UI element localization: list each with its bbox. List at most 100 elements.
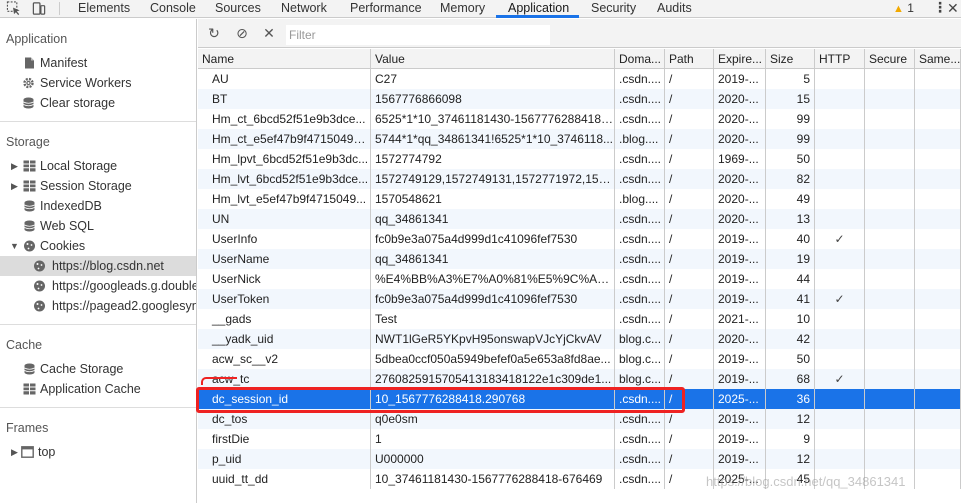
- sidebar-item-session-storage[interactable]: ▶ Session Storage: [0, 176, 196, 196]
- database-icon: [24, 220, 35, 232]
- cell-value: %E4%BB%A3%E7%A0%81%E5%9C%A8%E...: [371, 269, 615, 289]
- sidebar-item-manifest[interactable]: Manifest: [0, 53, 196, 73]
- sidebar-item-label: Application Cache: [40, 382, 141, 396]
- header-col-size[interactable]: Size: [766, 49, 815, 69]
- cell-secure: [865, 349, 915, 369]
- database-icon: [24, 200, 35, 212]
- cell-domain: .csdn....: [615, 209, 665, 229]
- header-col-samesite[interactable]: Same...: [915, 49, 961, 69]
- tab-network[interactable]: Network: [281, 0, 327, 18]
- header-col-value[interactable]: Value: [371, 49, 615, 69]
- header-col-name[interactable]: Name: [198, 49, 371, 69]
- collapse-arrow-icon[interactable]: ▼: [10, 236, 19, 256]
- devtools-tabbar: Elements Console Sources Network Perform…: [0, 0, 961, 18]
- cell-path: /: [665, 149, 714, 169]
- sidebar-item-cache-storage[interactable]: Cache Storage: [0, 359, 196, 379]
- cell-secure: [865, 269, 915, 289]
- tab-sources[interactable]: Sources: [215, 0, 261, 18]
- table-row[interactable]: BT 1567776866098 .csdn..../2020-... 15: [198, 89, 961, 109]
- cell-http: [815, 129, 865, 149]
- table-row[interactable]: p_uid U000000 .csdn..../2019-... 12: [198, 449, 961, 469]
- table-row[interactable]: Hm_ct_e5ef47b9f47150495... 5744*1*qq_3486…: [198, 129, 961, 149]
- tab-audits[interactable]: Audits: [657, 0, 692, 18]
- cell-name: __gads: [198, 309, 371, 329]
- delete-selected-icon[interactable]: ✕: [261, 25, 277, 41]
- cell-http: [815, 69, 865, 89]
- cell-domain: .csdn....: [615, 89, 665, 109]
- cell-http: [815, 89, 865, 109]
- cell-name: uuid_tt_dd: [198, 469, 371, 489]
- sidebar-item-cookie-googleads[interactable]: https://googleads.g.doubleclick.net: [0, 276, 197, 296]
- table-row[interactable]: UserInfo fc0b9e3a075a4d999d1c41096fef7530…: [198, 229, 961, 249]
- sidebar-item-label: top: [38, 445, 56, 459]
- close-devtools-icon[interactable]: ✕: [947, 0, 959, 18]
- cell-expires: 2020-...: [714, 109, 766, 129]
- cell-http: [815, 409, 865, 429]
- table-row[interactable]: __gads Test .csdn..../2021-... 10: [198, 309, 961, 329]
- sidebar-item-cookie-pagead2[interactable]: https://pagead2.googlesyndication.com: [0, 296, 196, 316]
- cell-secure: [865, 289, 915, 309]
- cell-size: 42: [766, 329, 815, 349]
- table-row[interactable]: Hm_ct_6bcd52f51e9b3dce... 6525*1*10_37461…: [198, 109, 961, 129]
- cell-path: /: [665, 369, 714, 389]
- sidebar-item-clear-storage[interactable]: Clear storage: [0, 93, 196, 113]
- cell-domain: .blog....: [615, 129, 665, 149]
- cell-http: [815, 209, 865, 229]
- table-row[interactable]: UN qq_34861341 .csdn..../2020-... 13: [198, 209, 961, 229]
- more-options-icon[interactable]: ⋮: [933, 0, 947, 18]
- sidebar-item-cookie-blog-csdn[interactable]: https://blog.csdn.net: [0, 256, 196, 276]
- tab-elements[interactable]: Elements: [78, 0, 130, 18]
- tab-security[interactable]: Security: [591, 0, 636, 18]
- sidebar-item-application-cache[interactable]: Application Cache: [0, 379, 196, 399]
- cell-value: 1572749129,1572749131,1572771972,157...: [371, 169, 615, 189]
- table-row[interactable]: acw_tc 2760825915705413183418122e1c309de1…: [198, 369, 961, 389]
- expand-arrow-icon[interactable]: ▶: [11, 156, 18, 176]
- table-row[interactable]: UserToken fc0b9e3a075a4d999d1c41096fef753…: [198, 289, 961, 309]
- header-col-expires[interactable]: Expire...: [714, 49, 766, 69]
- cell-size: 9: [766, 429, 815, 449]
- filter-input[interactable]: [286, 25, 550, 45]
- header-col-secure[interactable]: Secure: [865, 49, 915, 69]
- sidebar-item-label: https://googleads.g.doubleclick.net: [52, 279, 197, 293]
- cell-samesite: [915, 329, 961, 349]
- refresh-icon[interactable]: ↻: [206, 25, 222, 41]
- cell-http: [815, 449, 865, 469]
- inspect-element-icon[interactable]: [6, 1, 22, 16]
- table-row[interactable]: Hm_lpvt_6bcd52f51e9b3dc... 1572774792 .csd…: [198, 149, 961, 169]
- sidebar-item-indexeddb[interactable]: IndexedDB: [0, 196, 196, 216]
- tab-performance[interactable]: Performance: [350, 0, 422, 18]
- device-toolbar-icon[interactable]: [31, 1, 47, 16]
- table-row[interactable]: acw_sc__v2 5dbea0ccf050a5949befef0a5e653a…: [198, 349, 961, 369]
- cell-path: /: [665, 269, 714, 289]
- cell-value: qq_34861341: [371, 209, 615, 229]
- cell-secure: [865, 429, 915, 449]
- header-col-http[interactable]: HTTP: [815, 49, 865, 69]
- table-row[interactable]: Hm_lvt_6bcd52f51e9b3dce... 1572749129,157…: [198, 169, 961, 189]
- annotation-mark: [201, 377, 237, 385]
- tab-console[interactable]: Console: [150, 0, 196, 18]
- table-row[interactable]: UserNick %E4%BB%A3%E7%A0%81%E5%9C%A8%E...…: [198, 269, 961, 289]
- expand-arrow-icon[interactable]: ▶: [11, 176, 18, 196]
- table-row[interactable]: AU C27 .csdn..../2019-... 5: [198, 69, 961, 89]
- sidebar-item-web-sql[interactable]: Web SQL: [0, 216, 196, 236]
- section-divider: [0, 324, 196, 325]
- cookie-icon: [34, 280, 45, 292]
- sidebar-item-frame-top[interactable]: ▶ top: [0, 442, 196, 462]
- cell-name: acw_sc__v2: [198, 349, 371, 369]
- table-row[interactable]: firstDie 1 .csdn..../2019-... 9: [198, 429, 961, 449]
- header-col-path[interactable]: Path: [665, 49, 714, 69]
- tab-memory[interactable]: Memory: [440, 0, 485, 18]
- table-row[interactable]: __yadk_uid NWT1lGeR5YKpvH95onswapVJcYjCkv…: [198, 329, 961, 349]
- clear-all-icon[interactable]: ⊘: [234, 25, 250, 41]
- table-row[interactable]: UserName qq_34861341 .csdn..../2019-... 19: [198, 249, 961, 269]
- cell-value: 5dbea0ccf050a5949befef0a5e653a8fd8ae...: [371, 349, 615, 369]
- expand-arrow-icon[interactable]: ▶: [11, 442, 18, 462]
- cell-http: [815, 389, 865, 409]
- cell-samesite: [915, 369, 961, 389]
- sidebar-item-cookies[interactable]: ▼ Cookies: [0, 236, 196, 256]
- sidebar-item-service-workers[interactable]: Service Workers: [0, 73, 196, 93]
- table-row[interactable]: Hm_lvt_e5ef47b9f4715049... 1570548621 .blo…: [198, 189, 961, 209]
- warnings-counter[interactable]: ▲ 1: [893, 0, 914, 18]
- sidebar-item-local-storage[interactable]: ▶ Local Storage: [0, 156, 196, 176]
- header-col-domain[interactable]: Doma...: [615, 49, 665, 69]
